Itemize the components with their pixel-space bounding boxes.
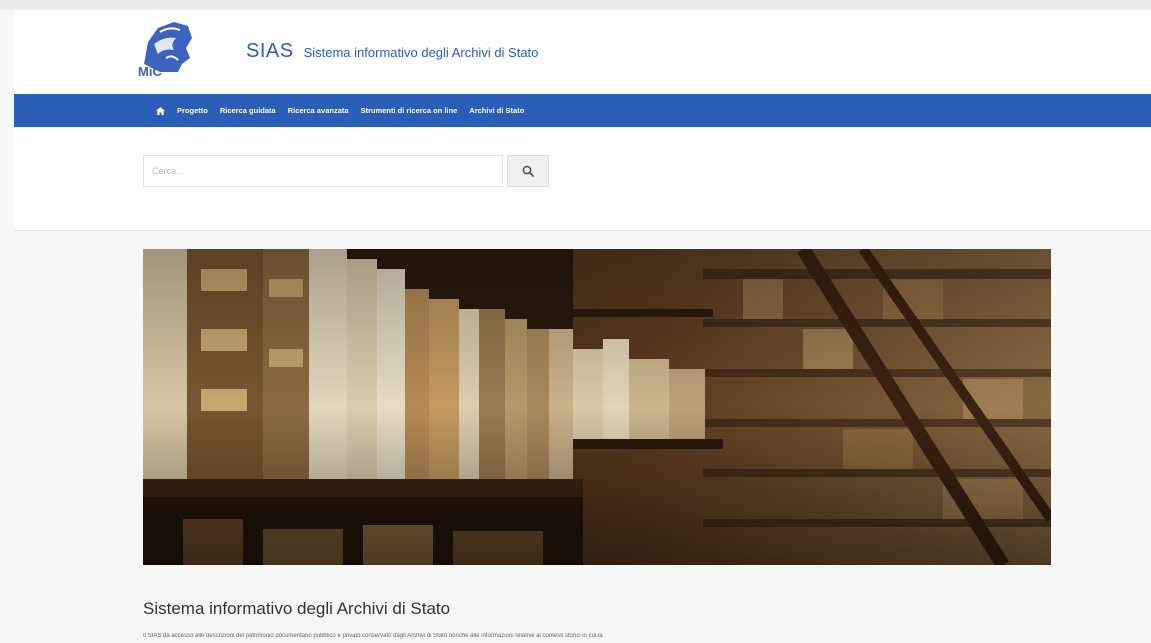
top-strip [0, 0, 1151, 10]
library-banner-image [143, 249, 1051, 565]
nav-home[interactable] [156, 106, 165, 115]
page-title: Sistema informativo degli Archivi di Sta… [143, 599, 451, 618]
mic-logo[interactable]: MiC [130, 14, 202, 80]
brand-subtitle: Sistema informativo degli Archivi di Sta… [303, 45, 539, 60]
nav-archivi-di-stato[interactable]: Archivi di Stato [469, 106, 524, 115]
search-button[interactable] [507, 155, 549, 187]
logo-text: MiC [138, 64, 162, 79]
nav-strumenti-ricerca[interactable]: Strumenti di ricerca on line [361, 106, 458, 115]
nav-ricerca-avanzata[interactable]: Ricerca avanzata [288, 106, 349, 115]
brand[interactable]: SIAS Sistema informativo degli Archivi d… [246, 40, 538, 63]
main-navigation: Progetto Ricerca guidata Ricerca avanzat… [14, 94, 1151, 127]
search-icon [522, 165, 534, 177]
home-icon [156, 106, 165, 115]
nav-ricerca-guidata[interactable]: Ricerca guidata [220, 106, 276, 115]
search-input[interactable] [143, 155, 503, 187]
intro-text: Il SIAS dà accesso alle descrizioni del … [143, 633, 603, 639]
nav-progetto[interactable]: Progetto [177, 106, 208, 115]
brand-name[interactable]: SIAS [246, 40, 294, 63]
